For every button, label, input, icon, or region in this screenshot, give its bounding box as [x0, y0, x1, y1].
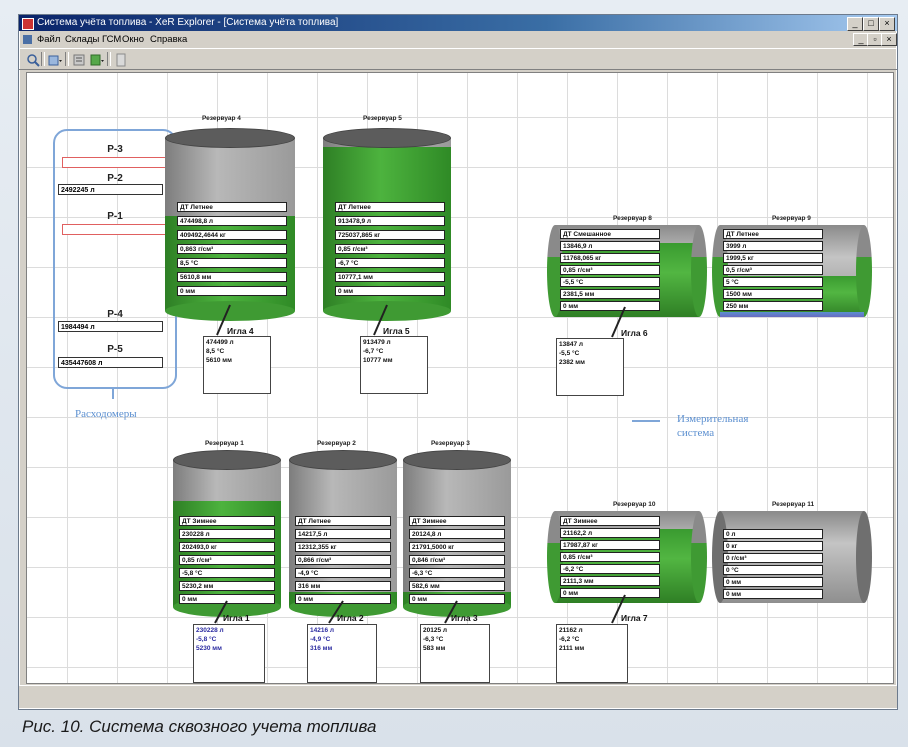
- maximize-button[interactable]: □: [863, 17, 879, 31]
- measurement-system-connector: [632, 420, 660, 422]
- probe-volume: 230228 л: [196, 627, 224, 634]
- probe-level: 2382 мм: [559, 359, 585, 366]
- probe-temperature: 8,5 °С: [206, 348, 225, 355]
- probe-name: Игла 7: [621, 613, 648, 623]
- probe-level: 2111 мм: [559, 645, 585, 652]
- probe-temperature: -5,5 °С: [559, 350, 580, 357]
- probe-level: 5230 мм: [196, 645, 222, 652]
- menu-bar: Файл Склады ГСМ Окно Справка _ ▫ ×: [19, 32, 897, 47]
- document-icon: [23, 35, 32, 44]
- list-icon[interactable]: [71, 52, 87, 68]
- probe-card-1[interactable]: 230228 л -5,8 °С 5230 мм: [193, 624, 265, 683]
- probe-level: 316 мм: [310, 645, 333, 652]
- diagram-canvas[interactable]: Р-3 Р-2 2492245 л Р-1 Р-4 1984494 л Р-5 …: [26, 72, 894, 684]
- menu-help[interactable]: Справка: [150, 32, 187, 47]
- menu-fuel-depots[interactable]: Склады ГСМ: [65, 32, 121, 47]
- probe-name: Игла 2: [337, 613, 364, 623]
- probe-volume: 14216 л: [310, 627, 335, 634]
- close-button[interactable]: ×: [879, 17, 895, 31]
- zoom-icon[interactable]: [25, 52, 41, 68]
- probe-volume: 21162 л: [559, 627, 583, 634]
- toolbar-separator: [41, 52, 45, 66]
- probe-card-3[interactable]: 20125 л -6,3 °С 583 мм: [420, 624, 490, 683]
- measurement-caption-line: система: [677, 427, 715, 439]
- figure-page: Система учёта топлива - XeR Explorer - […: [0, 0, 908, 747]
- probe-temperature: -5,8 °С: [196, 636, 217, 643]
- probe-volume: 13847 л: [559, 341, 584, 348]
- probe-temperature: -6,7 °С: [363, 348, 384, 355]
- title-bar[interactable]: Система учёта топлива - XeR Explorer - […: [19, 15, 897, 31]
- probe-temperature: -6,3 °С: [423, 636, 444, 643]
- toolbar: [19, 48, 897, 70]
- child-close-button[interactable]: ×: [881, 33, 897, 46]
- measurement-caption-line: Измерительная: [677, 413, 749, 425]
- probe-name: Игла 6: [621, 328, 648, 338]
- probe-volume: 474499 л: [206, 339, 234, 346]
- probe-card-6[interactable]: 13847 л -5,5 °С 2382 мм: [556, 338, 624, 396]
- app-icon: [22, 18, 34, 30]
- export-dropdown-icon[interactable]: [89, 52, 105, 68]
- menu-file[interactable]: Файл: [37, 32, 60, 47]
- probe-name: Игла 1: [223, 613, 250, 623]
- probe-name: Игла 4: [227, 326, 254, 336]
- toolbar-separator: [107, 52, 111, 66]
- panel-icon[interactable]: [113, 52, 129, 68]
- probe-level: 5610 мм: [206, 357, 232, 364]
- probe-card-7[interactable]: 21162 л -6,2 °С 2111 мм: [556, 624, 628, 683]
- measurement-system-caption: Измерительная система: [677, 412, 748, 440]
- probe-volume: 913479 л: [363, 339, 391, 346]
- probe-connectors: [214, 304, 626, 624]
- toolbar-separator: [65, 52, 69, 66]
- probe-card-2[interactable]: 14216 л -4,9 °С 316 мм: [307, 624, 377, 683]
- probe-volume: 20125 л: [423, 627, 448, 634]
- figure-caption: Рис. 10. Система сквозного учета топлива: [22, 717, 377, 736]
- probe-level: 583 мм: [423, 645, 446, 652]
- probe-temperature: -6,2 °С: [559, 636, 580, 643]
- probe-card-4[interactable]: 474499 л 8,5 °С 5610 мм: [203, 336, 271, 394]
- probe-card-5[interactable]: 913479 л -6,7 °С 10777 мм: [360, 336, 428, 394]
- probe-name: Игла 5: [383, 326, 410, 336]
- probe-temperature: -4,9 °С: [310, 636, 331, 643]
- open-dropdown-icon[interactable]: [47, 52, 63, 68]
- probe-level: 10777 мм: [363, 357, 393, 364]
- application-window: Система учёта топлива - XeR Explorer - […: [18, 14, 898, 710]
- minimize-button[interactable]: _: [847, 17, 863, 31]
- menu-window[interactable]: Окно: [122, 32, 144, 47]
- probe-name: Игла 3: [451, 613, 478, 623]
- window-title: Система учёта топлива - XeR Explorer - […: [37, 17, 339, 28]
- status-bar: [19, 685, 897, 708]
